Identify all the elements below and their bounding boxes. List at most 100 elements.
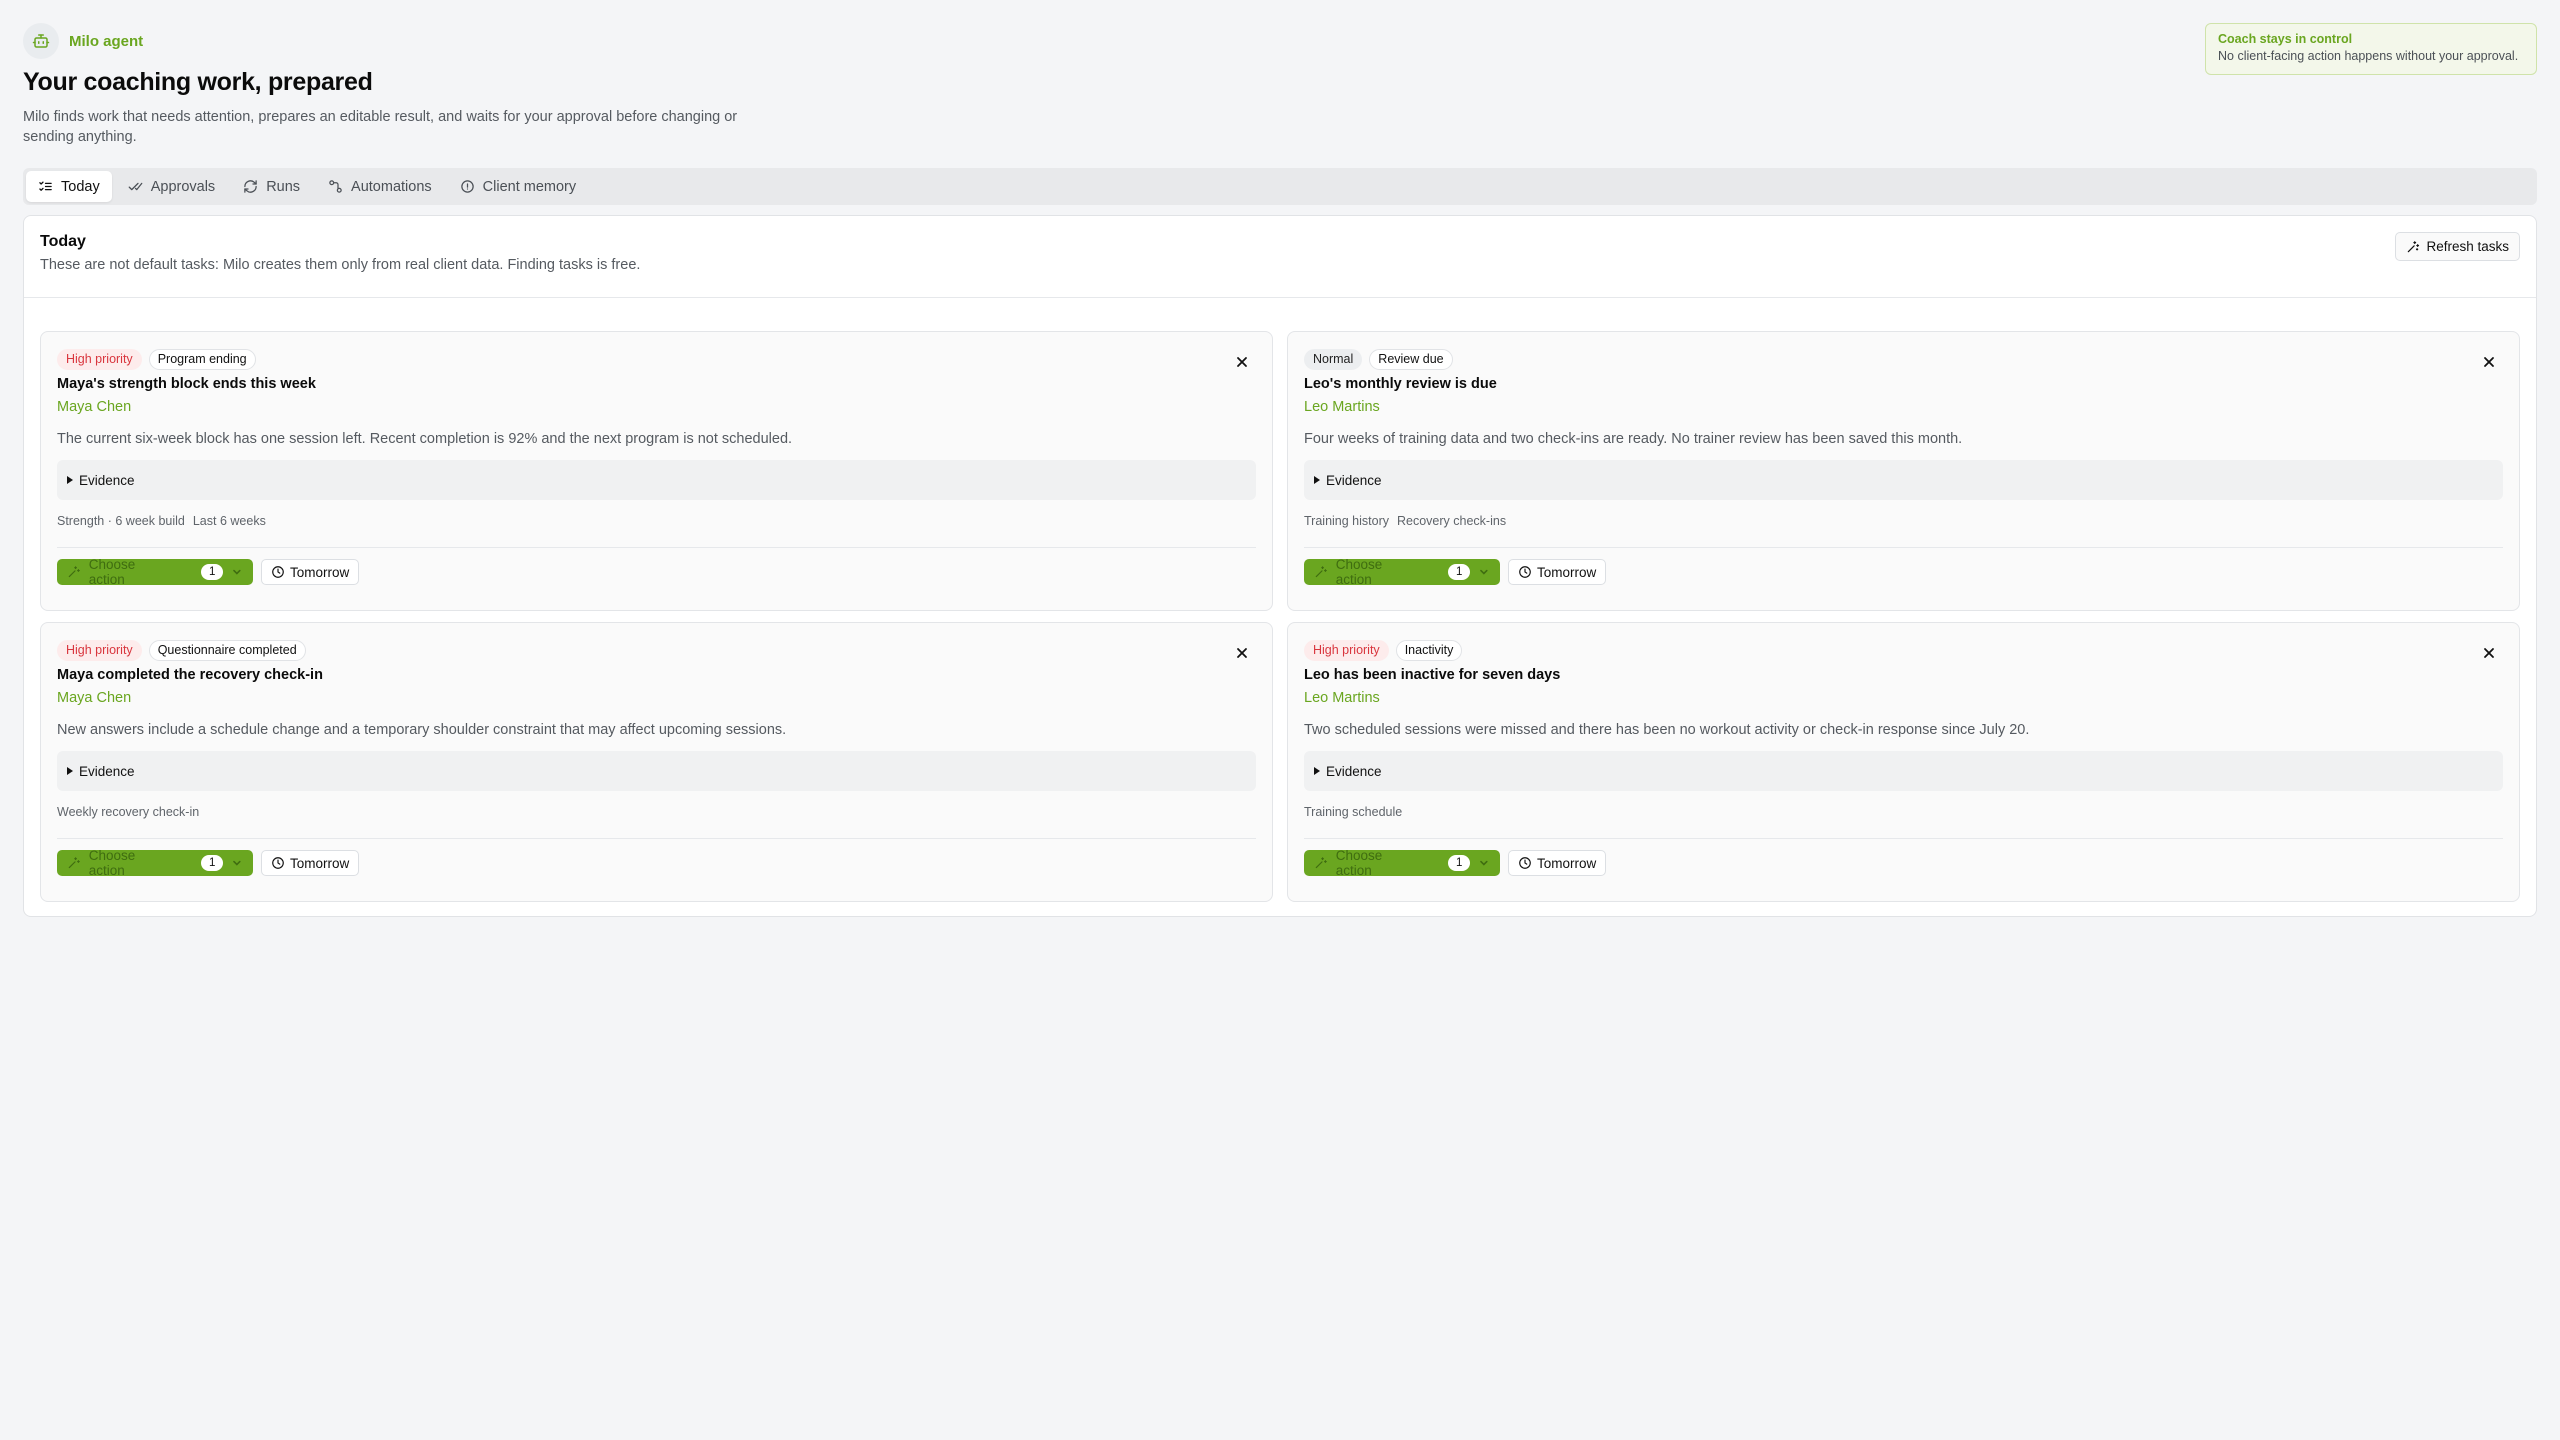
choose-action-button[interactable]: Choose action 1: [1304, 557, 1500, 587]
dismiss-task-button[interactable]: [2479, 643, 2499, 663]
card-badges: High priority Inactivity: [1304, 639, 2503, 661]
card-actions: Choose action 1 Tomorrow: [1304, 848, 2503, 878]
evidence-label: Evidence: [1326, 763, 1382, 779]
task-card-grid: High priority Program ending Maya's stre…: [40, 331, 2522, 902]
list-checks-icon: [39, 181, 52, 191]
evidence-toggle[interactable]: Evidence: [1304, 460, 2503, 500]
tab-label: Approvals: [150, 178, 216, 195]
coach-control-notice: Coach stays in control No client-facing …: [2205, 23, 2537, 75]
source-item: Strength · 6 week build: [57, 514, 185, 528]
check-double-icon: [128, 182, 143, 191]
agent-header: Milo agent: [23, 23, 2537, 59]
snooze-label: Tomorrow: [1537, 855, 1597, 871]
source-item: Training history: [1304, 514, 1389, 528]
control-notice-title: Coach stays in control: [2218, 32, 2353, 46]
chevron-down-icon: [1480, 860, 1488, 866]
evidence-sources: Weekly recovery check-in: [57, 805, 1256, 821]
info-icon: [460, 180, 474, 193]
divider: [57, 547, 1256, 548]
task-card: High priority Questionnaire completed Ma…: [40, 622, 1273, 902]
snooze-label: Tomorrow: [1537, 564, 1597, 580]
tab-automations[interactable]: Automations: [316, 171, 444, 202]
task-description: The current six-week block has one sessi…: [57, 431, 793, 447]
card-badges: High priority Program ending: [57, 348, 1256, 370]
dismiss-task-button[interactable]: [1232, 352, 1252, 372]
close-icon: [1237, 357, 1247, 367]
client-link[interactable]: Leo Martins: [1304, 690, 2503, 706]
snooze-tomorrow-button[interactable]: Tomorrow: [261, 559, 360, 585]
disclosure-triangle-icon: [1314, 476, 1320, 484]
action-count-badge: 1: [1448, 564, 1471, 580]
control-notice-text: No client-facing action happens without …: [2218, 49, 2519, 63]
snooze-tomorrow-button[interactable]: Tomorrow: [1508, 850, 1607, 876]
priority-badge: High priority: [1304, 639, 1389, 661]
evidence-toggle[interactable]: Evidence: [1304, 751, 2503, 791]
tab-runs[interactable]: Runs: [231, 171, 312, 202]
choose-action-label: Choose action: [88, 848, 136, 878]
snooze-tomorrow-button[interactable]: Tomorrow: [261, 850, 360, 876]
choose-action-label: Choose action: [1335, 848, 1383, 878]
refresh-tasks-label: Refresh tasks: [2426, 239, 2509, 254]
task-description: Four weeks of training data and two chec…: [1304, 431, 1963, 447]
source-item: Last 6 weeks: [192, 514, 266, 528]
client-link[interactable]: Maya Chen: [57, 399, 1256, 415]
panel-header: Today These are not default tasks: Milo …: [24, 216, 2536, 298]
card-actions: Choose action 1 Tomorrow: [1304, 557, 2503, 587]
task-title: Maya completed the recovery check-in: [57, 667, 323, 683]
task-title: Leo has been inactive for seven days: [1304, 667, 1561, 683]
tab-label: Automations: [351, 178, 432, 195]
refresh-tasks-button[interactable]: Refresh tasks: [2395, 232, 2520, 261]
priority-badge: Normal: [1304, 348, 1363, 370]
evidence-sources: Training history Recovery check-ins: [1304, 514, 2503, 530]
choose-action-button[interactable]: Choose action 1: [57, 848, 253, 878]
chevron-down-icon: [1480, 569, 1488, 575]
category-badge: Review due: [1369, 348, 1453, 370]
sparkles-icon: [1315, 566, 1327, 578]
agent-name: Milo agent: [69, 32, 144, 50]
action-count-badge: 1: [201, 855, 224, 871]
sparkles-icon: [68, 566, 80, 578]
snooze-tomorrow-button[interactable]: Tomorrow: [1508, 559, 1607, 585]
workflow-icon: [329, 180, 342, 193]
tab-label: Client memory: [482, 178, 577, 195]
evidence-sources: Training schedule: [1304, 805, 2503, 821]
disclosure-triangle-icon: [67, 767, 73, 775]
dismiss-task-button[interactable]: [2479, 352, 2499, 372]
source-item: Weekly recovery check-in: [57, 805, 200, 819]
tab-client-memory[interactable]: Client memory: [448, 171, 588, 202]
evidence-toggle[interactable]: Evidence: [57, 460, 1256, 500]
chevron-down-icon: [233, 860, 241, 866]
card-actions: Choose action 1 Tomorrow: [57, 557, 1256, 587]
chevron-down-icon: [233, 569, 241, 575]
category-badge: Inactivity: [1395, 639, 1463, 661]
divider: [1304, 547, 2503, 548]
choose-action-button[interactable]: Choose action 1: [1304, 848, 1500, 878]
client-link[interactable]: Maya Chen: [57, 690, 1256, 706]
close-icon: [2484, 648, 2494, 658]
panel-title: Today: [40, 233, 86, 250]
card-badges: Normal Review due: [1304, 348, 2503, 370]
clock-icon: [1519, 857, 1531, 869]
refresh-icon: [244, 180, 257, 193]
tab-today[interactable]: Today: [26, 171, 112, 202]
robot-icon: [23, 23, 59, 59]
tab-approvals[interactable]: Approvals: [116, 171, 227, 202]
page-subtitle: Milo finds work that needs attention, pr…: [23, 109, 738, 145]
sparkles-icon: [68, 857, 80, 869]
dismiss-task-button[interactable]: [1232, 643, 1252, 663]
evidence-label: Evidence: [1326, 472, 1382, 488]
clock-icon: [272, 566, 284, 578]
priority-badge: High priority: [57, 348, 142, 370]
task-description: Two scheduled sessions were missed and t…: [1304, 722, 2030, 738]
source-item: Recovery check-ins: [1397, 514, 1507, 528]
evidence-toggle[interactable]: Evidence: [57, 751, 1256, 791]
disclosure-triangle-icon: [67, 476, 73, 484]
choose-action-button[interactable]: Choose action 1: [57, 557, 253, 587]
evidence-sources: Strength · 6 week build Last 6 weeks: [57, 514, 1256, 530]
task-title: Maya's strength block ends this week: [57, 376, 316, 392]
divider: [57, 838, 1256, 839]
choose-action-label: Choose action: [88, 557, 136, 587]
task-title: Leo's monthly review is due: [1304, 376, 1497, 392]
task-card: High priority Inactivity Leo has been in…: [1287, 622, 2520, 902]
client-link[interactable]: Leo Martins: [1304, 399, 2503, 415]
